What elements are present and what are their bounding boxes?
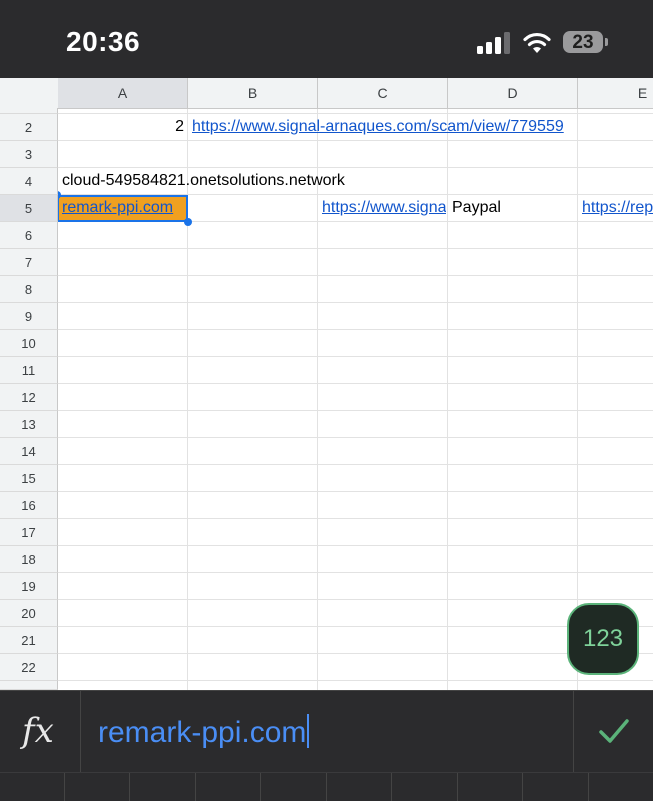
column-header-b[interactable]: B — [188, 78, 318, 108]
cell-a5[interactable]: remark-ppi.com — [62, 199, 186, 217]
row-header[interactable]: 8 — [0, 276, 58, 303]
row-header[interactable]: 13 — [0, 411, 58, 438]
row-header[interactable]: 18 — [0, 546, 58, 573]
column-header-d[interactable]: D — [448, 78, 578, 108]
row-header[interactable]: 3 — [0, 141, 58, 168]
row-header[interactable]: 20 — [0, 600, 58, 627]
row-header[interactable]: 15 — [0, 465, 58, 492]
wifi-icon — [523, 32, 551, 53]
row-header[interactable]: 21 — [0, 627, 58, 654]
status-bar: 20:36 23 — [0, 0, 653, 78]
row-header[interactable]: 6 — [0, 222, 58, 249]
checkmark-icon — [599, 719, 629, 743]
selection-handle-bottom-right[interactable] — [184, 218, 192, 226]
cell-b2[interactable]: https://www.signal-arnaques.com/scam/vie… — [192, 118, 584, 136]
column-header-c[interactable]: C — [318, 78, 448, 108]
row-header[interactable]: 19 — [0, 573, 58, 600]
battery-level: 23 — [572, 32, 594, 53]
row-header[interactable]: 7 — [0, 249, 58, 276]
row-header[interactable]: 4 — [0, 168, 58, 195]
column-header-e[interactable]: E — [578, 78, 653, 108]
row-header[interactable]: 9 — [0, 303, 58, 330]
cell-c5[interactable]: https://www.signa — [322, 199, 446, 217]
row-header[interactable]: 2 — [0, 114, 58, 141]
cell-e5[interactable]: https://rep — [582, 199, 653, 217]
select-all-corner[interactable] — [0, 78, 59, 108]
column-header-a[interactable]: A — [58, 78, 188, 108]
cell-d5[interactable]: Paypal — [452, 199, 576, 217]
formula-input[interactable]: remark-ppi.com — [98, 714, 310, 750]
numeric-keyboard-button[interactable]: 123 — [567, 603, 639, 675]
row-header-selected[interactable]: 5 — [0, 195, 58, 222]
text-caret — [307, 714, 310, 748]
cell-a2[interactable]: 2 — [62, 118, 184, 136]
row-header[interactable]: 17 — [0, 519, 58, 546]
spreadsheet-grid[interactable]: 2 https://www.signal-arnaques.com/scam/v… — [0, 78, 653, 690]
clock: 20:36 — [66, 26, 141, 57]
row-header[interactable]: 14 — [0, 438, 58, 465]
row-header[interactable]: 11 — [0, 357, 58, 384]
keyboard-top-row — [0, 772, 653, 801]
battery-indicator: 23 — [563, 31, 611, 55]
fx-icon: fx — [22, 711, 54, 751]
function-button[interactable]: fx — [0, 691, 81, 773]
formula-input-value: remark-ppi.com — [98, 716, 307, 749]
confirm-button[interactable] — [573, 691, 653, 773]
row-header[interactable]: 12 — [0, 384, 58, 411]
column-header-row: A B C D E — [0, 78, 653, 109]
formula-bar: fx remark-ppi.com — [0, 690, 653, 773]
row-header[interactable]: 16 — [0, 492, 58, 519]
row-header[interactable]: 10 — [0, 330, 58, 357]
cellular-signal-icon — [477, 32, 510, 54]
row-header[interactable]: 22 — [0, 654, 58, 681]
row-header-partial[interactable] — [0, 681, 58, 690]
cell-a4[interactable]: cloud-549584821.onetsolutions.network — [62, 172, 442, 190]
